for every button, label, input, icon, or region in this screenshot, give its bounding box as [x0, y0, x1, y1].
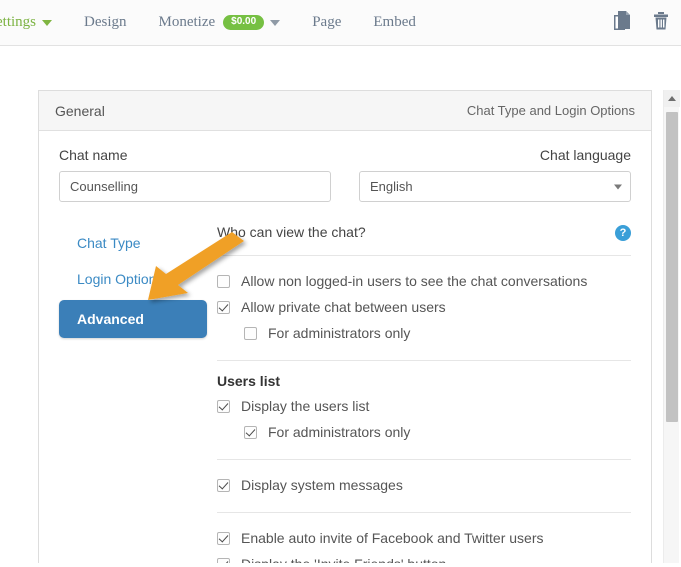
nav-item-settings[interactable]: ettings [0, 0, 68, 45]
settings-panel: General Chat Type and Login Options Chat… [38, 90, 652, 567]
spacer [217, 498, 631, 512]
option-allow-private-chat[interactable]: Allow private chat between users [217, 294, 631, 320]
option-display-users-list[interactable]: Display the users list [217, 393, 631, 419]
chat-name-input[interactable] [59, 171, 331, 202]
sidebar-item-advanced[interactable]: Advanced [59, 300, 207, 338]
panel-header: General Chat Type and Login Options [39, 91, 651, 131]
chevron-down-icon [270, 20, 280, 26]
chat-identity-row: Chat name Chat language English [59, 147, 631, 202]
monetize-amount-badge: $0.00 [223, 15, 264, 30]
chat-language-select[interactable]: English [359, 171, 631, 202]
chat-language-group: Chat language English [359, 147, 631, 202]
option-label: Display system messages [241, 477, 403, 493]
chat-name-group: Chat name [59, 147, 331, 202]
checkbox[interactable] [217, 275, 230, 288]
question-mark-icon[interactable]: ? [615, 225, 631, 241]
nav-item-design[interactable]: Design [68, 0, 143, 45]
checkbox[interactable] [244, 426, 257, 439]
option-label: Enable auto invite of Facebook and Twitt… [241, 530, 543, 546]
sidebar-item-login-options[interactable]: Login Options [59, 264, 207, 294]
nav-item-label: Embed [373, 14, 416, 31]
option-label: For administrators only [268, 325, 410, 341]
nav-item-label: Design [84, 14, 127, 31]
option-label: Display the users list [241, 398, 369, 414]
scroll-up-arrow-icon [668, 96, 676, 101]
chat-name-label: Chat name [59, 147, 331, 163]
chat-language-select-wrap: English [359, 171, 631, 202]
option-private-chat-admins-only[interactable]: For administrators only [217, 320, 631, 346]
nav-item-label: Page [312, 14, 341, 31]
scrollbar-thumb[interactable] [666, 112, 678, 422]
side-tab-label: Login Options [77, 271, 163, 287]
checkbox[interactable] [217, 301, 230, 314]
trash-icon[interactable] [651, 10, 671, 37]
topbar-action-group [613, 0, 671, 46]
checkbox[interactable] [217, 400, 230, 413]
side-tab-label: Chat Type [77, 235, 141, 251]
nav-item-label: ettings [0, 14, 36, 31]
divider [217, 255, 631, 256]
section-question-text: Who can view the chat? [217, 224, 366, 240]
settings-options-column: Who can view the chat? ? Allow non logge… [207, 224, 631, 567]
option-label: Allow private chat between users [241, 299, 446, 315]
chevron-down-icon [42, 20, 52, 26]
chat-language-value: English [370, 179, 413, 194]
option-auto-invite-social[interactable]: Enable auto invite of Facebook and Twitt… [217, 525, 631, 551]
top-navigation-bar: ettings Design Monetize $0.00 Page Embed [0, 0, 681, 46]
spacer [217, 346, 631, 360]
divider [217, 459, 631, 460]
sidebar-item-chat-type[interactable]: Chat Type [59, 228, 207, 258]
option-label: Allow non logged-in users to see the cha… [241, 273, 587, 289]
spacer [217, 445, 631, 459]
side-tab-list: Chat Type Login Options Advanced [59, 224, 207, 567]
nav-item-monetize[interactable]: Monetize $0.00 [143, 0, 297, 45]
chat-language-label: Chat language [359, 147, 631, 163]
viewport-bottom-edge [0, 563, 681, 567]
divider [217, 360, 631, 361]
panel-title: General [55, 103, 105, 119]
checkbox[interactable] [244, 327, 257, 340]
settings-columns: Chat Type Login Options Advanced Who can… [59, 224, 631, 567]
duplicate-icon[interactable] [613, 10, 633, 37]
side-tab-label: Advanced [77, 311, 144, 327]
option-users-list-admins-only[interactable]: For administrators only [217, 419, 631, 445]
vertical-scrollbar[interactable] [663, 90, 679, 567]
nav-item-list: ettings Design Monetize $0.00 Page Embed [0, 0, 432, 45]
section-question-row: Who can view the chat? ? [217, 224, 631, 255]
nav-item-embed[interactable]: Embed [357, 0, 432, 45]
scroll-up-button[interactable] [664, 90, 680, 107]
panel-subtitle: Chat Type and Login Options [467, 103, 635, 118]
option-allow-non-logged-in[interactable]: Allow non logged-in users to see the cha… [217, 268, 631, 294]
nav-item-page[interactable]: Page [296, 0, 357, 45]
checkbox[interactable] [217, 532, 230, 545]
option-display-system-messages[interactable]: Display system messages [217, 472, 631, 498]
checkbox[interactable] [217, 479, 230, 492]
users-list-heading: Users list [217, 373, 631, 389]
nav-item-label: Monetize [159, 14, 216, 31]
option-label: For administrators only [268, 424, 410, 440]
divider [217, 512, 631, 513]
panel-body: Chat name Chat language English Chat Typ… [39, 131, 651, 567]
